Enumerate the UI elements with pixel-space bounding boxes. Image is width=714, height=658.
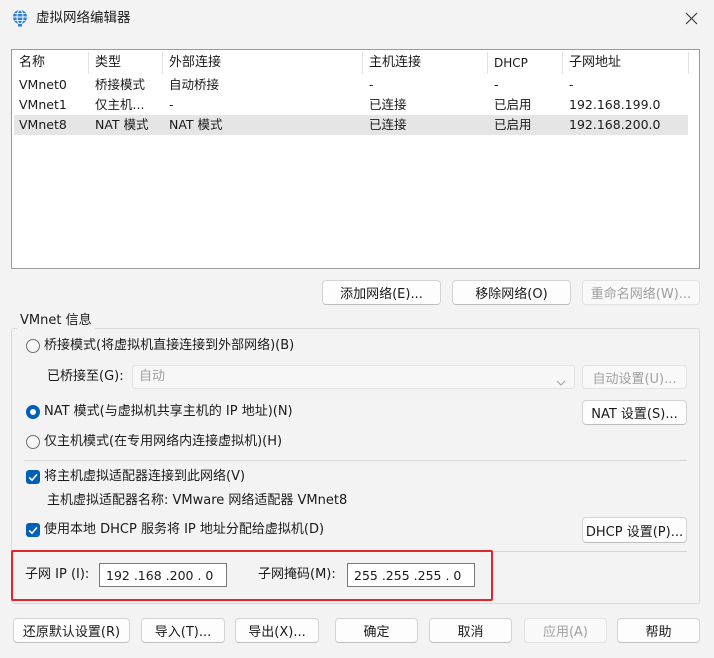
add-network-button[interactable]: 添加网络(E)... — [322, 280, 441, 305]
table-row[interactable]: VMnet0 桥接模式 自动桥接 - - - — [14, 75, 688, 95]
column-divider[interactable] — [562, 52, 563, 74]
radio-nat-label[interactable]: NAT 模式(与虚拟机共享主机的 IP 地址)(N) — [44, 403, 293, 421]
dhcp-settings-button[interactable]: DHCP 设置(P)... — [582, 517, 687, 543]
bridged-to-select[interactable]: 自动 — [132, 365, 575, 389]
checkmark-icon — [28, 526, 38, 535]
cell-host: 已连接 — [369, 117, 407, 132]
column-header-host[interactable]: 主机连接 — [369, 54, 421, 72]
column-divider[interactable] — [88, 52, 89, 74]
divider — [24, 551, 687, 552]
checkbox[interactable] — [26, 470, 40, 484]
radio-host-only-label[interactable]: 仅主机模式(在专用网络内连接虚拟机)(H) — [44, 433, 282, 451]
subnet-mask-input[interactable] — [347, 563, 475, 587]
column-divider[interactable] — [362, 52, 363, 74]
cell-subnet: 192.168.199.0 — [569, 97, 661, 112]
window-title: 虚拟网络编辑器 — [36, 10, 131, 26]
cell-dhcp: - — [494, 77, 499, 92]
cell-type: 仅主机... — [95, 97, 145, 112]
export-button[interactable]: 导出(X)... — [235, 618, 319, 643]
cell-host: - — [369, 77, 374, 92]
radio-button[interactable] — [26, 435, 40, 449]
chevron-down-icon — [556, 375, 566, 386]
list-header: 名称 类型 外部连接 主机连接 DHCP 子网地址 — [12, 50, 699, 75]
cancel-button[interactable]: 取消 — [429, 618, 512, 643]
column-header-subnet[interactable]: 子网地址 — [569, 54, 621, 72]
column-divider[interactable] — [162, 52, 163, 74]
checkbox[interactable] — [26, 523, 40, 537]
table-row[interactable]: VMnet1 仅主机... - 已连接 已启用 192.168.199.0 — [14, 95, 688, 115]
cell-host: 已连接 — [369, 97, 407, 112]
column-divider[interactable] — [688, 52, 689, 74]
cell-name: VMnet1 — [19, 97, 67, 112]
column-header-name[interactable]: 名称 — [19, 54, 45, 72]
cell-external: 自动桥接 — [169, 77, 220, 92]
close-icon[interactable] — [685, 12, 698, 25]
bridged-to-value: 自动 — [139, 369, 166, 384]
cell-external: NAT 模式 — [169, 117, 223, 132]
help-button[interactable]: 帮助 — [617, 618, 700, 643]
import-button[interactable]: 导入(T)... — [141, 618, 225, 643]
column-header-type[interactable]: 类型 — [95, 54, 121, 72]
subnet-ip-label: 子网 IP (I): — [25, 567, 90, 582]
connect-adapter-label[interactable]: 将主机虚拟适配器连接到此网络(V) — [44, 468, 245, 486]
nat-settings-button[interactable]: NAT 设置(S)... — [582, 400, 687, 425]
cell-type: 桥接模式 — [95, 77, 146, 92]
cell-dhcp: 已启用 — [494, 97, 532, 112]
column-header-external[interactable]: 外部连接 — [169, 54, 221, 72]
subnet-mask-label: 子网掩码(M): — [258, 567, 336, 582]
ok-button[interactable]: 确定 — [335, 618, 418, 643]
cell-dhcp: 已启用 — [494, 117, 532, 132]
subnet-ip-input[interactable] — [99, 563, 227, 587]
cell-subnet: 192.168.200.0 — [569, 117, 661, 132]
cell-subnet: - — [569, 77, 574, 92]
radio-button[interactable] — [26, 339, 40, 353]
cell-external: - — [169, 97, 174, 112]
cell-name: VMnet8 — [19, 117, 67, 132]
column-header-dhcp[interactable]: DHCP — [494, 54, 528, 72]
bridged-to-label: 已桥接至(G): — [47, 369, 124, 384]
remove-network-button[interactable]: 移除网络(O) — [452, 280, 571, 305]
dhcp-label[interactable]: 使用本地 DHCP 服务将 IP 地址分配给虚拟机(D) — [44, 521, 324, 539]
column-divider[interactable] — [487, 52, 488, 74]
radio-button[interactable] — [26, 405, 40, 419]
radio-bridged-label[interactable]: 桥接模式(将虚拟机直接连接到外部网络)(B) — [44, 337, 294, 355]
restore-defaults-button[interactable]: 还原默认设置(R) — [13, 618, 130, 643]
globe-network-icon — [11, 9, 29, 27]
auto-settings-button[interactable]: 自动设置(U)... — [582, 365, 687, 389]
apply-button[interactable]: 应用(A) — [524, 618, 607, 643]
rename-network-button[interactable]: 重命名网络(W)... — [582, 280, 700, 305]
table-row[interactable]: VMnet8 NAT 模式 NAT 模式 已连接 已启用 192.168.200… — [14, 115, 688, 135]
divider — [24, 460, 687, 461]
group-label: VMnet 信息 — [17, 312, 95, 330]
checkmark-icon — [28, 473, 38, 482]
cell-name: VMnet0 — [19, 77, 67, 92]
virtual-network-list[interactable]: 名称 类型 外部连接 主机连接 DHCP 子网地址 VMnet0 桥接模式 自动… — [11, 49, 700, 269]
cell-type: NAT 模式 — [95, 117, 149, 132]
adapter-name-text: 主机虚拟适配器名称: VMware 网络适配器 VMnet8 — [47, 493, 348, 508]
